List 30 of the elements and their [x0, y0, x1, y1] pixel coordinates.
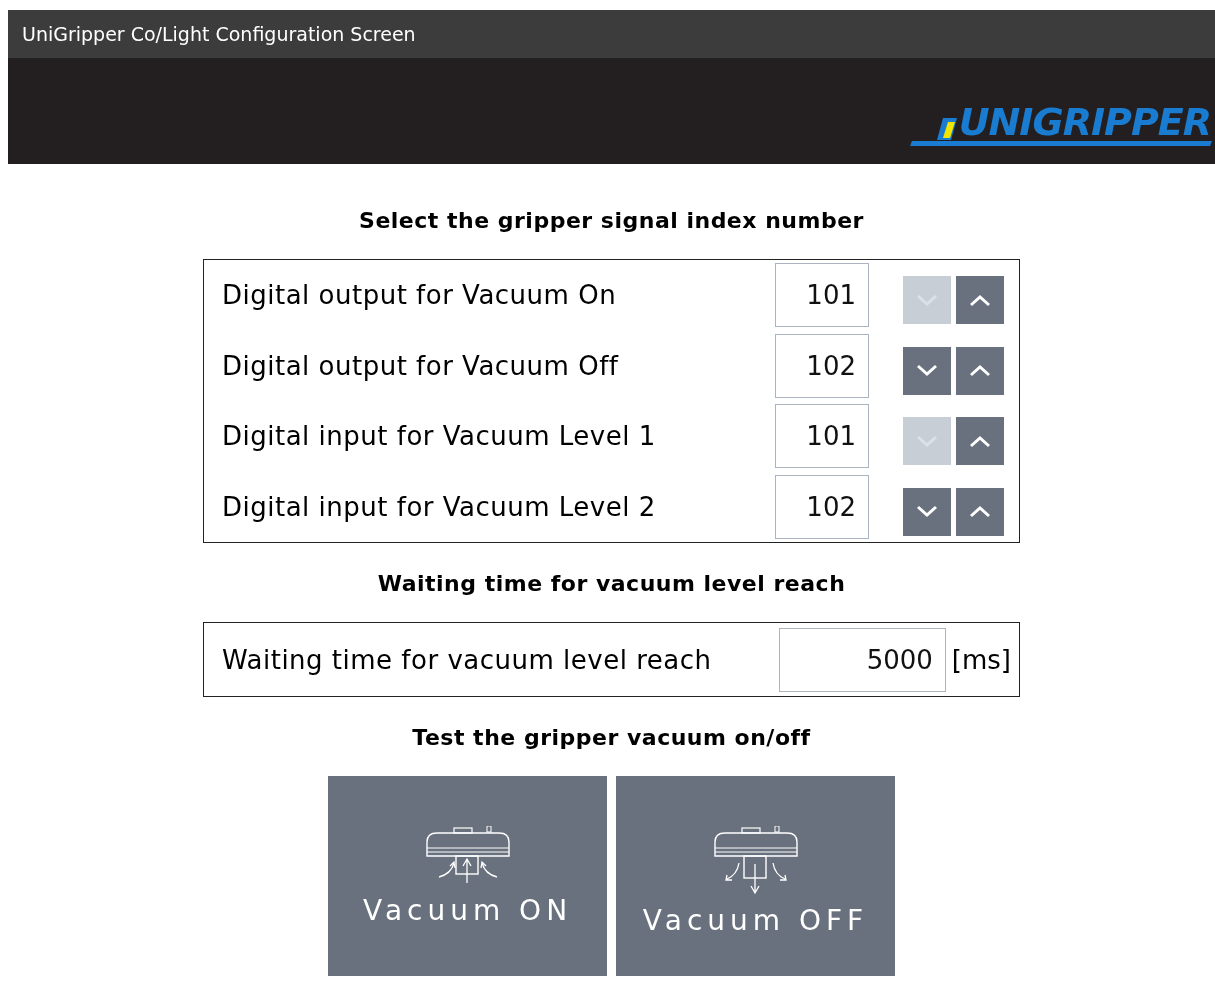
chevron-down-icon — [916, 505, 938, 519]
increase-button[interactable] — [956, 346, 1004, 395]
number-field[interactable]: 102 — [775, 333, 869, 398]
unit-label: [ms] — [951, 644, 1011, 675]
chevron-up-icon — [969, 293, 991, 307]
field-label: Digital input for Vacuum Level 2 — [221, 491, 657, 522]
logo: UNIGRIPPER — [911, 104, 1211, 146]
increase-button[interactable] — [956, 417, 1004, 466]
field-label: Digital output for Vacuum Off — [221, 350, 620, 381]
field-label: Waiting time for vacuum level reach — [221, 644, 713, 675]
chevron-up-icon — [969, 434, 991, 448]
section-heading: Test the gripper vacuum on/off — [412, 725, 811, 750]
chevron-up-icon — [969, 364, 991, 378]
vacuum-on-button[interactable]: Vacuum ON — [328, 776, 607, 976]
number-field[interactable]: 101 — [775, 404, 869, 469]
section-heading: Select the gripper signal index number — [359, 208, 864, 233]
chevron-up-icon — [969, 505, 991, 519]
field-label: Digital output for Vacuum On — [221, 280, 618, 311]
number-field[interactable]: 5000 — [778, 627, 946, 692]
number-field[interactable]: 102 — [775, 474, 869, 539]
window-title: UniGripper Co/Light Configuration Screen — [22, 23, 416, 45]
decrease-button[interactable] — [903, 346, 951, 395]
decrease-button[interactable] — [903, 487, 951, 536]
increase-button[interactable] — [956, 276, 1004, 325]
number-field[interactable]: 101 — [775, 263, 869, 328]
field-label: Digital input for Vacuum Level 1 — [221, 421, 657, 452]
increase-button[interactable] — [956, 487, 1004, 536]
chevron-down-icon — [916, 364, 938, 378]
section-heading: Waiting time for vacuum level reach — [377, 571, 846, 596]
vacuum-off-button[interactable]: Vacuum OFF — [616, 776, 895, 976]
